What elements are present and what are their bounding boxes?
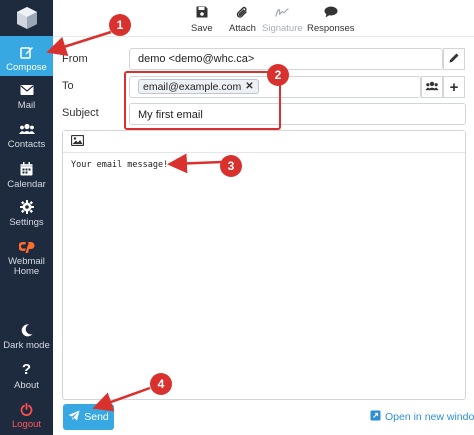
sidebar-item-label: Webmail Home	[8, 256, 45, 277]
message-body: Your email message!	[71, 160, 169, 170]
paper-plane-icon	[68, 410, 80, 424]
attach-label: Attach	[229, 23, 256, 34]
plus-icon: +	[449, 78, 459, 96]
gear-icon	[19, 199, 35, 215]
compose-icon	[19, 44, 35, 60]
send-button[interactable]: Send	[63, 404, 114, 430]
sidebar-item-calendar[interactable]: Calendar	[0, 161, 53, 191]
annotation-badge-3: 3	[220, 155, 242, 177]
contacts-icon	[425, 78, 439, 96]
sidebar-item-webmail-home[interactable]: Webmail Home	[0, 238, 53, 278]
contacts-icon	[18, 121, 35, 137]
sidebar-item-label: About	[14, 380, 39, 391]
to-label: To	[62, 80, 74, 92]
sidebar-item-about[interactable]: ? About	[0, 362, 53, 392]
moon-icon	[19, 322, 35, 338]
sidebar: Compose Mail Contacts Calendar Settings …	[0, 0, 53, 435]
sidebar-item-label: Settings	[9, 217, 44, 228]
sidebar-item-label: Mail	[17, 100, 36, 111]
editor-toolbar	[63, 131, 465, 153]
subject-label: Subject	[62, 107, 99, 119]
attach-button[interactable]: Attach	[229, 5, 256, 34]
message-editor[interactable]: Your email message!	[62, 130, 466, 400]
paperclip-icon	[236, 5, 248, 19]
sidebar-item-dark-mode[interactable]: Dark mode	[0, 322, 53, 352]
add-contact-button[interactable]	[421, 76, 443, 98]
cpanel-icon	[18, 238, 35, 254]
save-label: Save	[191, 23, 213, 34]
from-value: demo <demo@whc.ca>	[138, 53, 255, 65]
image-icon[interactable]	[70, 133, 85, 151]
add-header-button[interactable]: +	[443, 76, 465, 98]
annotation-badge-2: 2	[267, 64, 289, 86]
annotation-recipient-subject-highlight	[124, 71, 281, 130]
app-logo[interactable]	[0, 0, 53, 36]
sidebar-item-label: Dark mode	[3, 340, 50, 351]
responses-button[interactable]: Responses	[307, 5, 355, 34]
send-label: Send	[84, 411, 109, 423]
sidebar-item-contacts[interactable]: Contacts	[0, 121, 53, 151]
calendar-icon	[19, 161, 35, 177]
responses-label: Responses	[307, 23, 355, 34]
sidebar-item-label: Compose	[6, 62, 47, 73]
pencil-icon	[449, 50, 460, 68]
sidebar-item-label: Calendar	[7, 179, 46, 190]
power-icon	[19, 401, 35, 417]
sidebar-item-label: Contacts	[7, 139, 46, 150]
annotation-badge-4: 4	[150, 373, 172, 395]
open-in-new-window-label: Open in new window	[385, 411, 474, 423]
sidebar-item-label: Logout	[11, 419, 42, 430]
signature-label: Signature	[262, 23, 303, 34]
sidebar-item-settings[interactable]: Settings	[0, 199, 53, 229]
signature-icon	[275, 5, 289, 19]
mail-icon	[19, 82, 35, 98]
annotation-badge-1: 1	[109, 14, 131, 36]
comment-icon	[324, 5, 338, 19]
save-button[interactable]: Save	[191, 5, 213, 34]
sidebar-item-compose[interactable]: Compose	[0, 36, 53, 76]
save-icon	[196, 5, 208, 19]
signature-button[interactable]: Signature	[262, 5, 303, 34]
sidebar-item-mail[interactable]: Mail	[0, 82, 53, 112]
edit-identity-button[interactable]	[443, 48, 465, 70]
open-in-new-window-link[interactable]: Open in new window	[370, 410, 474, 424]
sidebar-item-logout[interactable]: Logout	[0, 401, 53, 431]
external-link-icon	[370, 410, 381, 424]
question-icon: ?	[21, 361, 32, 378]
from-label: From	[62, 53, 88, 65]
